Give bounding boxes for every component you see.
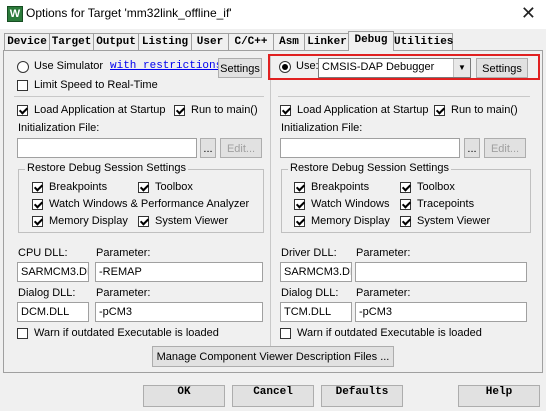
right-init-file-label: Initialization File: [281,122,363,134]
use-simulator-radio[interactable] [17,61,29,73]
watch-windows-checkbox[interactable] [32,199,43,210]
memory-display-checkbox[interactable] [32,216,43,227]
right-system-viewer-label: System Viewer [417,215,491,227]
right-separator [278,96,530,97]
manage-component-viewer-button[interactable]: Manage Component Viewer Description File… [152,346,394,367]
init-file-edit-button[interactable]: Edit... [220,138,262,158]
breakpoints-checkbox[interactable] [32,182,43,193]
right-run-to-main-checkbox[interactable] [434,105,445,116]
app-icon: W [7,6,23,22]
cpu-dll-input[interactable]: SARMCM3.DLL [17,262,89,282]
toolbox-label: Toolbox [155,181,193,193]
dialog-dll-input[interactable]: DCM.DLL [17,302,89,322]
init-file-browse-button[interactable]: ... [200,138,216,158]
right-breakpoints-label: Breakpoints [311,181,370,193]
use-simulator-label: Use Simulator [34,60,104,72]
use-debugger-radio[interactable] [279,61,291,73]
load-app-label: Load Application at Startup [34,104,166,116]
simulator-settings-button[interactable]: Settings [218,58,262,78]
tab-c-cpp[interactable]: C/C++ [228,33,274,50]
driver-dll-label: Driver DLL: [281,247,337,259]
tab-asm[interactable]: Asm [273,33,305,50]
debugger-select[interactable]: CMSIS-DAP Debugger ▼ [318,58,471,78]
right-dialog-parameter-input[interactable]: -pCM3 [355,302,527,322]
right-load-app-label: Load Application at Startup [297,104,429,116]
use-debugger-label: Use: [296,60,319,72]
right-load-app-checkbox[interactable] [280,105,291,116]
tab-linker[interactable]: Linker [304,33,350,50]
init-file-input[interactable] [17,138,197,158]
chevron-down-icon[interactable]: ▼ [453,59,470,77]
right-system-viewer-checkbox[interactable] [400,216,411,227]
left-separator [14,96,264,97]
tab-utilities[interactable]: Utilities [393,33,453,50]
left-warn-outdated-label: Warn if outdated Executable is loaded [34,327,219,339]
tab-device[interactable]: Device [4,33,50,50]
driver-dll-input[interactable]: SARMCM3.DLL [280,262,352,282]
init-file-label: Initialization File: [18,122,100,134]
tab-debug[interactable]: Debug [348,31,394,51]
right-run-to-main-label: Run to main() [451,104,518,116]
driver-parameter-input[interactable] [355,262,527,282]
right-toolbox-label: Toolbox [417,181,455,193]
debugger-settings-button[interactable]: Settings [476,58,528,78]
memory-display-label: Memory Display [49,215,128,227]
toolbox-checkbox[interactable] [138,182,149,193]
load-app-checkbox[interactable] [17,105,28,116]
restrictions-link[interactable]: with restrictions [110,60,222,72]
right-dialog-parameter-label: Parameter: [356,287,411,299]
dialog-parameter-input[interactable]: -pCM3 [95,302,263,322]
watch-windows-label: Watch Windows & Performance Analyzer [49,198,250,210]
cpu-parameter-input[interactable]: -REMAP [95,262,263,282]
right-watch-windows-checkbox[interactable] [294,199,305,210]
limit-speed-label: Limit Speed to Real-Time [34,79,158,91]
driver-parameter-label: Parameter: [356,247,411,259]
column-divider [270,56,271,366]
defaults-button[interactable]: Defaults [321,385,403,407]
run-to-main-label: Run to main() [191,104,258,116]
run-to-main-checkbox[interactable] [174,105,185,116]
limit-speed-checkbox[interactable] [17,80,28,91]
right-breakpoints-checkbox[interactable] [294,182,305,193]
restore-settings-title: Restore Debug Session Settings [25,162,188,174]
system-viewer-checkbox[interactable] [138,216,149,227]
breakpoints-label: Breakpoints [49,181,108,193]
tracepoints-checkbox[interactable] [400,199,411,210]
right-restore-settings-title: Restore Debug Session Settings [288,162,451,174]
tab-user[interactable]: User [191,33,229,50]
tab-target[interactable]: Target [49,33,94,50]
right-warn-outdated-label: Warn if outdated Executable is loaded [297,327,482,339]
right-watch-windows-label: Watch Windows [311,198,390,210]
debugger-select-value: CMSIS-DAP Debugger [322,61,435,73]
right-init-file-browse-button[interactable]: ... [464,138,480,158]
system-viewer-label: System Viewer [155,215,229,227]
tab-output[interactable]: Output [93,33,139,50]
cancel-button[interactable]: Cancel [232,385,314,407]
dialog-parameter-label: Parameter: [96,287,151,299]
tab-listing[interactable]: Listing [138,33,192,50]
right-init-file-input[interactable] [280,138,460,158]
right-warn-outdated-checkbox[interactable] [280,328,291,339]
cpu-dll-label: CPU DLL: [18,247,68,259]
dialog-dll-label: Dialog DLL: [18,287,76,299]
tracepoints-label: Tracepoints [417,198,475,210]
help-button[interactable]: Help [458,385,540,407]
cpu-parameter-label: Parameter: [96,247,151,259]
right-dialog-dll-label: Dialog DLL: [281,287,339,299]
right-init-file-edit-button[interactable]: Edit... [484,138,526,158]
close-icon[interactable]: ✕ [521,3,536,24]
right-memory-display-label: Memory Display [311,215,390,227]
ok-button[interactable]: OK [143,385,225,407]
right-toolbox-checkbox[interactable] [400,182,411,193]
window-title: Options for Target 'mm32link_offline_if' [26,6,232,20]
right-memory-display-checkbox[interactable] [294,216,305,227]
left-warn-outdated-checkbox[interactable] [17,328,28,339]
tab-strip: Device Target Output Listing User C/C++ … [0,31,546,51]
right-dialog-dll-input[interactable]: TCM.DLL [280,302,352,322]
